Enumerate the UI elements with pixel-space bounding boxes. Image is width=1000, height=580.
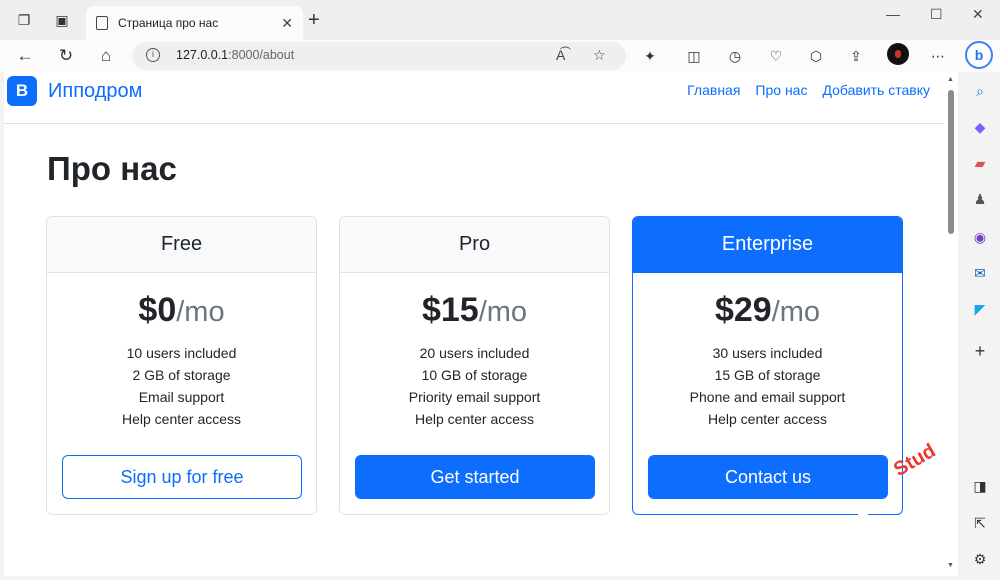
card-header: Enterprise (633, 217, 902, 273)
window-close-icon[interactable]: ✕ (972, 6, 984, 23)
tab-title: Страница про нас (118, 16, 219, 30)
list-item: 10 users included (126, 345, 237, 361)
scroll-down-icon[interactable]: ▼ (947, 562, 954, 569)
contact-us-button[interactable]: Contact us (648, 455, 888, 499)
list-item: 20 users included (419, 345, 530, 361)
office-icon[interactable]: ◉ (969, 226, 991, 248)
plus-icon[interactable]: + (308, 9, 320, 32)
price: $0/mo (138, 291, 225, 329)
designer-icon[interactable]: ◤ (969, 298, 991, 320)
browser-tab-strip: ❐ ▣ Страница про нас ✕ + — ☐ ✕ (0, 0, 1000, 40)
outlook-icon[interactable]: ✉ (969, 262, 991, 284)
profile-avatar[interactable] (887, 43, 909, 65)
list-item: Help center access (121, 411, 242, 427)
sign-up-button[interactable]: Sign up for free (62, 455, 302, 499)
nav-link-home[interactable]: Главная (687, 82, 740, 98)
read-aloud-icon[interactable]: A͡ (556, 47, 565, 63)
brand[interactable]: B Ипподром (7, 76, 142, 106)
pricing-card-enterprise: Enterprise $29/mo 30 users included 15 G… (632, 216, 903, 515)
copilot-icon[interactable]: b (965, 41, 993, 69)
price: $29/mo (714, 291, 821, 329)
list-item: Phone and email support (689, 389, 846, 405)
shopping-icon[interactable]: ◆ (969, 116, 991, 138)
page-viewport: B Ипподром Главная Про нас Добавить став… (4, 72, 944, 576)
feature-list: 30 users included 15 GB of storage Phone… (633, 342, 902, 430)
workspaces-icon[interactable]: ❐ (12, 8, 36, 32)
scroll-up-icon[interactable]: ▲ (947, 76, 954, 83)
back-icon[interactable]: ← (13, 44, 37, 68)
list-item: 10 GB of storage (421, 367, 528, 383)
search-icon[interactable]: ⌕ (969, 80, 991, 102)
browser-toolbar: ← ↻ ⌂ i 127.0.0.1:8000/about A͡ ☆ ✦ ◫ ◷ … (0, 40, 1000, 72)
pricing-card-free: Free $0/mo 10 users included 2 GB of sto… (46, 216, 317, 515)
performance-icon[interactable]: ♡ (765, 45, 787, 67)
list-item: Email support (138, 389, 225, 405)
nav-link-about[interactable]: Про нас (755, 82, 807, 98)
browser-sidebar: ⌕ ◆ ▰ ♟ ◉ ✉ ◤ + ◨ ⇱ ⚙ (960, 72, 1000, 580)
close-icon[interactable]: ✕ (281, 15, 293, 32)
refresh-icon[interactable]: ↻ (54, 44, 78, 68)
address-bar[interactable]: i 127.0.0.1:8000/about A͡ ☆ (132, 42, 626, 70)
site-nav: Главная Про нас Добавить ставку (687, 82, 930, 98)
site-header: B Ипподром Главная Про нас Добавить став… (4, 72, 944, 124)
favorite-star-icon[interactable]: ☆ (593, 47, 606, 64)
tools-icon[interactable]: ▰ (969, 152, 991, 174)
page-icon (96, 16, 108, 30)
list-item: 15 GB of storage (714, 367, 821, 383)
tab-actions-icon[interactable]: ▣ (50, 8, 74, 32)
nav-link-add-bet[interactable]: Добавить ставку (822, 82, 930, 98)
extensions-icon[interactable]: ✦ (639, 45, 661, 67)
browser-tab[interactable]: Страница про нас ✕ (86, 6, 303, 40)
list-item: Priority email support (408, 389, 541, 405)
split-screen-icon[interactable]: ◫ (683, 45, 705, 67)
page-title: Про нас (47, 150, 177, 187)
feature-list: 10 users included 2 GB of storage Email … (47, 342, 316, 430)
sidebar-toggle-icon[interactable]: ◨ (969, 475, 991, 497)
sidebar-add-icon[interactable]: + (969, 340, 991, 362)
list-item: 30 users included (712, 345, 823, 361)
address-url[interactable]: 127.0.0.1:8000/about (176, 48, 294, 62)
price: $15/mo (421, 291, 528, 329)
history-icon[interactable]: ◷ (724, 45, 746, 67)
list-item: Help center access (414, 411, 535, 427)
card-header: Pro (340, 217, 609, 273)
home-icon[interactable]: ⌂ (94, 44, 118, 68)
scrollbar[interactable]: ▲ ▼ (944, 72, 958, 576)
list-item: 2 GB of storage (132, 367, 231, 383)
games-icon[interactable]: ♟ (969, 188, 991, 210)
more-icon[interactable]: ⋯ (927, 45, 949, 67)
feature-list: 20 users included 10 GB of storage Prior… (340, 342, 609, 430)
share-icon[interactable]: ⇪ (845, 45, 867, 67)
info-icon[interactable]: i (146, 48, 160, 62)
list-item: Help center access (707, 411, 828, 427)
open-external-icon[interactable]: ⇱ (969, 512, 991, 534)
get-started-button[interactable]: Get started (355, 455, 595, 499)
watermark-mask (858, 512, 868, 522)
scroll-thumb[interactable] (948, 90, 954, 234)
pricing-card-pro: Pro $15/mo 20 users included 10 GB of st… (339, 216, 610, 515)
brand-logo[interactable]: B (7, 76, 37, 106)
browser-essentials-icon[interactable]: ⬡ (805, 45, 827, 67)
card-header: Free (47, 217, 316, 273)
brand-name[interactable]: Ипподром (48, 80, 142, 103)
maximize-icon[interactable]: ☐ (930, 6, 943, 23)
settings-icon[interactable]: ⚙ (969, 548, 991, 570)
minimize-icon[interactable]: — (886, 6, 900, 22)
